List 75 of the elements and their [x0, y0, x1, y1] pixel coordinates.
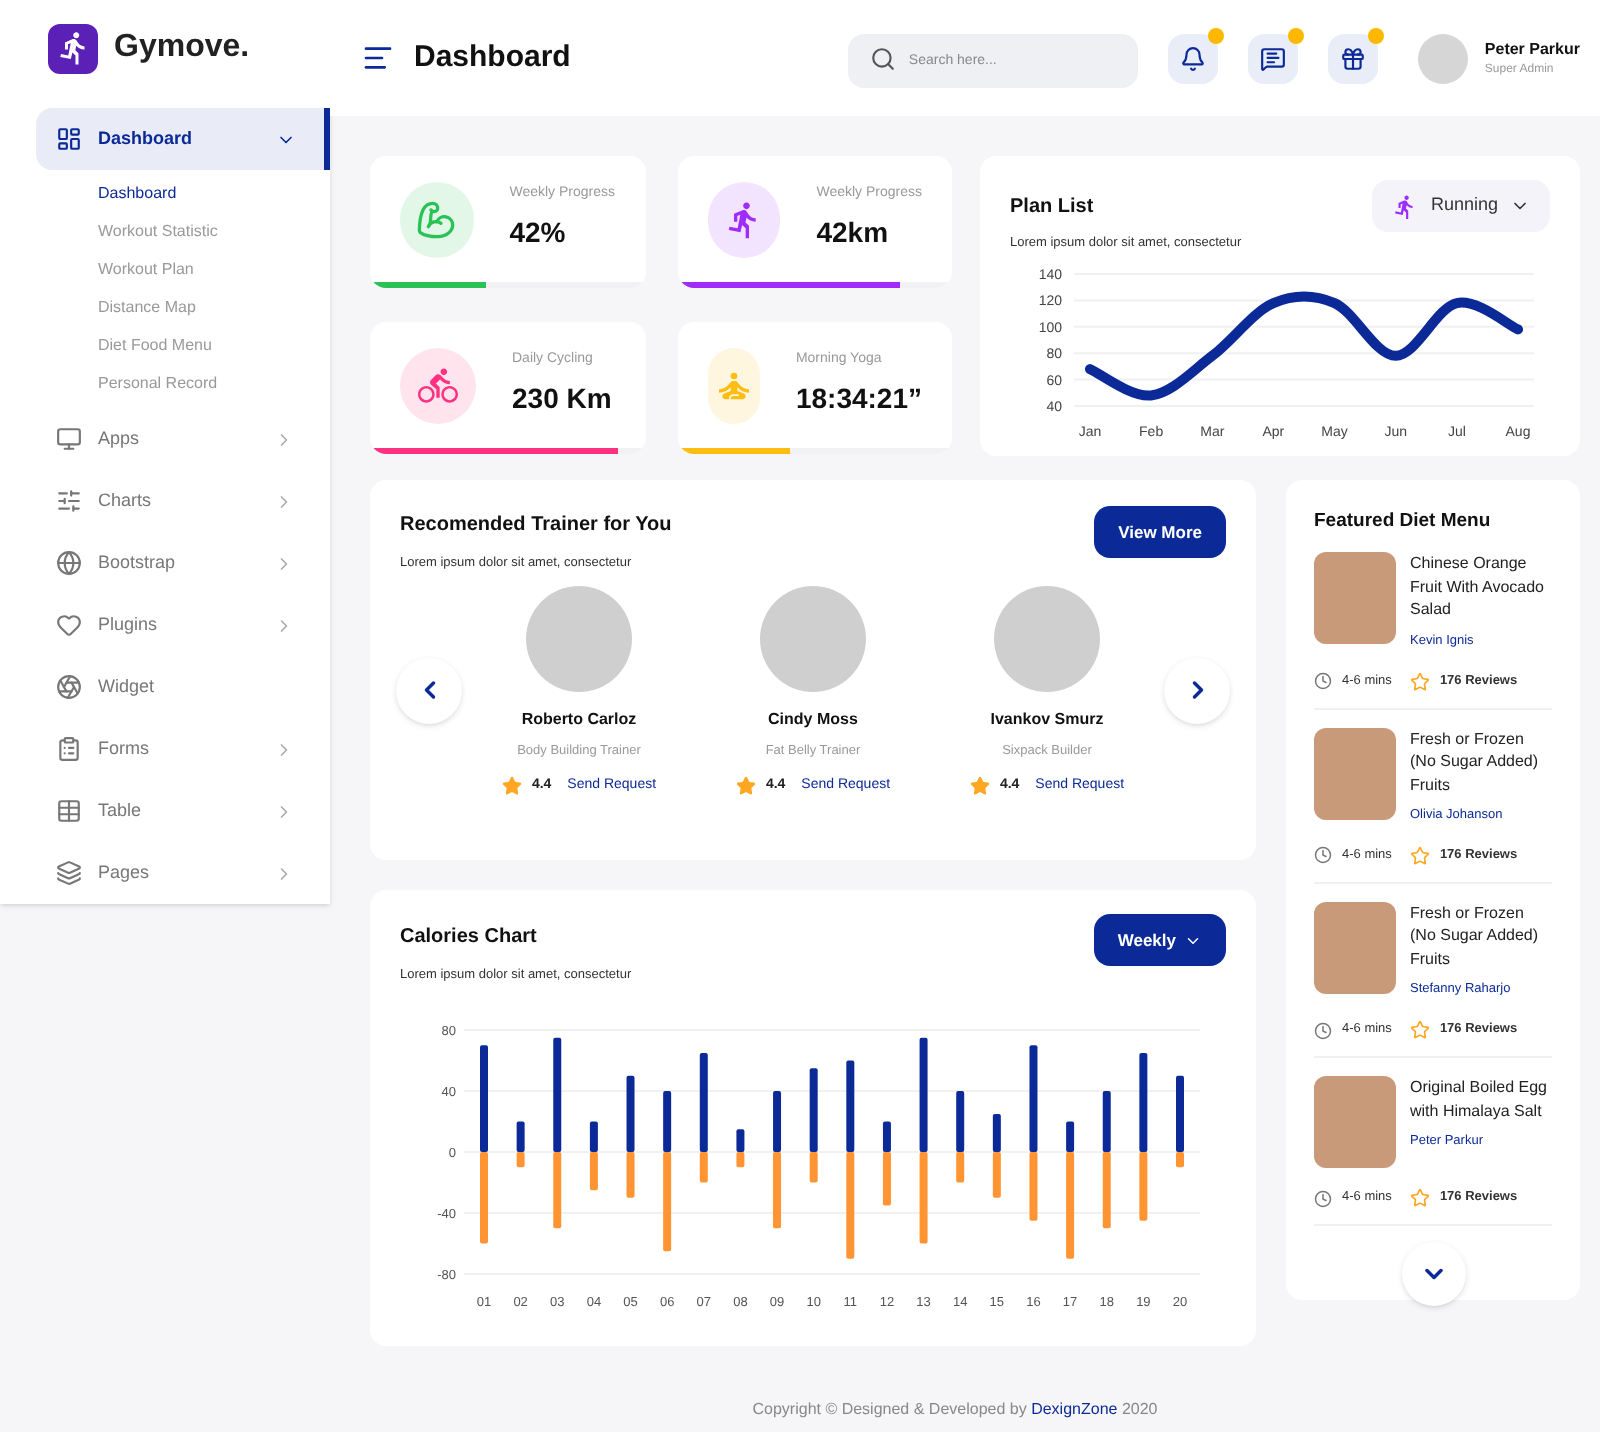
- clock-icon: [1314, 1189, 1332, 1207]
- layers-icon: [56, 860, 82, 886]
- scroll-down-button[interactable]: [1401, 1242, 1465, 1306]
- dish-name: Fresh or Frozen (No Sugar Added) Fruits: [1410, 901, 1541, 971]
- logo-icon: [48, 23, 98, 73]
- dashboard-icon: [56, 126, 82, 152]
- aperture-icon: [56, 674, 82, 700]
- next-button[interactable]: [1164, 657, 1230, 724]
- cyclist-icon: [400, 347, 476, 423]
- meditation-icon: [707, 347, 760, 423]
- star-icon: [1409, 1020, 1430, 1040]
- stat-value: 18:34:21”: [795, 379, 922, 418]
- clock-icon: [1314, 672, 1332, 690]
- table-icon: [56, 798, 82, 824]
- menu-icon[interactable]: [362, 42, 394, 74]
- view-more-button[interactable]: View More: [1094, 506, 1226, 558]
- avatar: [1418, 33, 1469, 83]
- star-icon: [969, 775, 990, 796]
- chat-button[interactable]: [1248, 33, 1299, 83]
- food-photo-placeholder: [1314, 552, 1396, 645]
- sidebar-item[interactable]: Bootstrap: [0, 532, 330, 594]
- previous-button[interactable]: [396, 657, 462, 724]
- globe-icon: [56, 550, 82, 576]
- designer-link[interactable]: DexignZone: [1031, 1400, 1118, 1418]
- star-icon: [1409, 1188, 1430, 1208]
- monitor-icon: [56, 426, 82, 452]
- stat-value: 42km: [816, 213, 891, 252]
- trainer-name: Cindy Moss: [768, 707, 858, 732]
- brand-name: Gymove.: [114, 28, 250, 68]
- page-title: Dashboard: [414, 37, 571, 78]
- star-icon: [501, 775, 522, 796]
- trainer-name: Roberto Carloz: [521, 707, 637, 732]
- dish-name: Original Boiled Egg with Himalaya Salt: [1410, 1076, 1549, 1122]
- bell-button[interactable]: [1168, 33, 1219, 83]
- bell-icon: [1180, 45, 1207, 71]
- star-icon: [735, 775, 756, 796]
- stat-value: 42%: [509, 213, 568, 252]
- chat-icon: [1260, 45, 1287, 71]
- card-title: Plan List: [1010, 194, 1096, 222]
- gift-button[interactable]: [1328, 33, 1379, 83]
- search-icon: [870, 45, 897, 71]
- muscle-icon: [400, 181, 474, 257]
- copyright-text: Copyright © Designed & Developed by DexignZone 2020: [752, 1398, 1158, 1422]
- runner-icon: [707, 181, 781, 257]
- clipboard-icon: [56, 736, 82, 762]
- stat-value: 230 Km: [512, 379, 612, 418]
- gift-icon: [1340, 45, 1367, 71]
- card-title: Featured Diet Menu: [1314, 508, 1493, 536]
- sidebar-item[interactable]: Table: [0, 780, 330, 842]
- heart-icon: [56, 612, 82, 638]
- food-photo-placeholder: [1314, 727, 1396, 819]
- food-photo-placeholder: [1314, 901, 1396, 994]
- filter-dropdown[interactable]: Weekly: [1093, 914, 1226, 966]
- sidebar-item[interactable]: Widget: [0, 656, 330, 718]
- food-photo-placeholder: [1314, 1076, 1396, 1168]
- card-title: Recomended Trainer for You: [400, 512, 672, 540]
- star-icon: [1409, 671, 1430, 691]
- user-name: Peter Parkur: [1484, 37, 1580, 61]
- sidebar-item[interactable]: Dashboard: [36, 108, 330, 170]
- sidebar-item[interactable]: Apps: [0, 408, 330, 470]
- dish-name: Fresh or Frozen (No Sugar Added) Fruits: [1410, 727, 1541, 796]
- sidebar-item[interactable]: Forms: [0, 718, 330, 780]
- run-icon: [1392, 193, 1419, 219]
- clock-icon: [1314, 846, 1332, 865]
- filter-dropdown[interactable]: Running: [1372, 180, 1550, 232]
- clock-icon: [1314, 1021, 1332, 1039]
- sidebar-item[interactable]: Pages: [0, 842, 330, 904]
- sliders-icon: [56, 488, 82, 514]
- sidebar-item[interactable]: Charts: [0, 470, 330, 532]
- card-title: Calories Chart: [400, 924, 539, 952]
- submenu-item[interactable]: Dashboard: [98, 180, 330, 208]
- trainer-name: Ivankov Smurz: [990, 707, 1104, 732]
- sidebar-item[interactable]: Plugins: [0, 594, 330, 656]
- star-icon: [1409, 845, 1430, 866]
- dish-name: Chinese Orange Fruit With Avocado Salad: [1410, 552, 1546, 622]
